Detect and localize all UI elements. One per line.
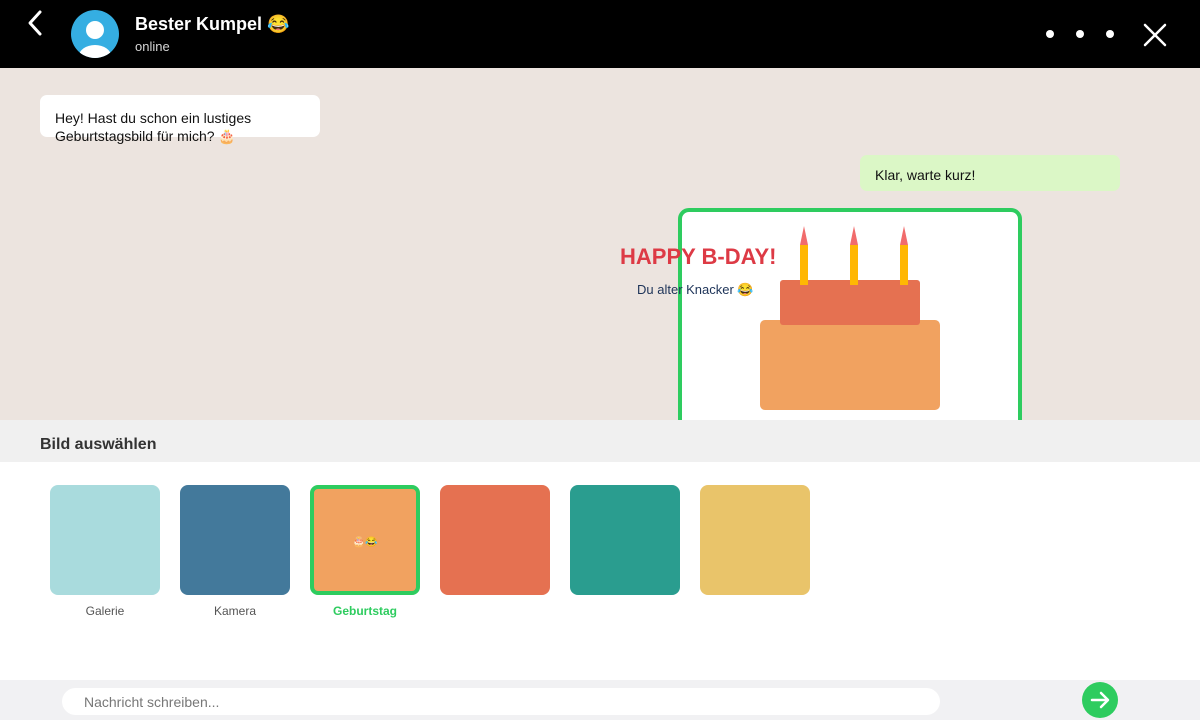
thumb-image-6[interactable]	[700, 485, 810, 595]
back-button[interactable]	[22, 8, 50, 38]
candle	[800, 245, 808, 285]
contact-name[interactable]: Bester Kumpel 😂	[135, 14, 289, 35]
incoming-message-line2: Geburtstagsbild für mich? 🎂	[55, 128, 236, 144]
avatar[interactable]	[71, 10, 119, 58]
thumb-image-4[interactable]	[440, 485, 550, 595]
thumb-image-5[interactable]	[570, 485, 680, 595]
candle	[850, 245, 858, 285]
picker-header: Bild auswählen	[0, 420, 1200, 462]
chevron-left-icon	[28, 10, 42, 36]
incoming-message: Hey! Hast du schon ein lustiges Geburtst…	[40, 95, 320, 144]
more-dots-icon-dot	[1106, 30, 1114, 38]
incoming-message-line1: Hey! Hast du schon ein lustiges	[55, 110, 252, 126]
picker-title: Bild auswählen	[40, 436, 157, 453]
user-icon	[79, 21, 111, 58]
thumb-galerie[interactable]	[50, 485, 160, 595]
send-button[interactable]	[1082, 682, 1118, 718]
thumb-label-kamera: Kamera	[213, 604, 257, 618]
composer-bar	[0, 680, 1200, 720]
thumb-geburtstag[interactable]: 🎂😂	[310, 485, 420, 595]
candle-flame	[800, 226, 808, 245]
contact-status: online	[135, 39, 170, 54]
card-title: HAPPY B-DAY!	[620, 244, 777, 269]
thumb-emoji: 🎂😂	[352, 537, 378, 548]
cake-bottom-layer	[760, 320, 940, 410]
thumb-label-geburtstag: Geburtstag	[332, 604, 397, 618]
close-button[interactable]	[1140, 20, 1170, 50]
cake-top-layer	[780, 280, 920, 325]
arrow-right-icon	[1090, 691, 1110, 709]
thumb-label-galerie: Galerie	[85, 604, 125, 618]
more-options-button[interactable]	[1038, 24, 1118, 44]
more-dots-icon-dot	[1076, 30, 1084, 38]
candle-flame	[900, 226, 908, 245]
candle-flame	[850, 226, 858, 245]
chat-area[interactable]: Hey! Hast du schon ein lustiges Geburtst…	[0, 68, 1200, 420]
candle	[900, 245, 908, 285]
chat-header: Bester Kumpel 😂 online	[0, 0, 1200, 68]
message-input[interactable]	[62, 688, 940, 715]
card-subtitle: Du alter Knacker 😂	[637, 282, 754, 297]
thumb-kamera[interactable]	[180, 485, 290, 595]
close-icon	[1143, 23, 1167, 47]
outgoing-message: Klar, warte kurz!	[860, 155, 1120, 191]
image-picker: Galerie Kamera 🎂😂 Geburtstag	[0, 462, 1200, 680]
more-dots-icon	[1046, 30, 1054, 38]
birthday-image-card[interactable]	[678, 208, 1022, 420]
